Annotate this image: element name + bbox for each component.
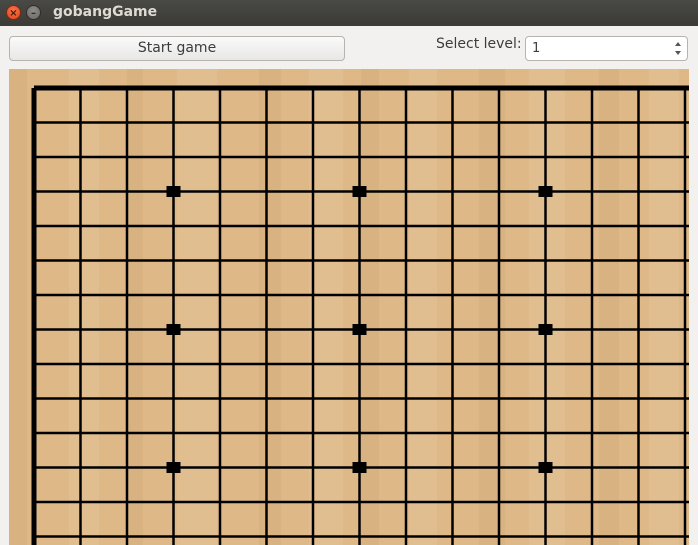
game-board[interactable] — [9, 69, 689, 545]
star-point — [352, 462, 367, 473]
wood-grain — [9, 69, 27, 545]
star-point — [166, 186, 181, 197]
wood-grain — [127, 69, 143, 545]
level-value[interactable]: 1 — [532, 41, 540, 56]
star-point — [166, 324, 181, 335]
star-point — [166, 462, 181, 473]
wood-grain — [479, 69, 505, 545]
wood-grain — [361, 69, 379, 545]
start-game-button[interactable]: Start game — [9, 36, 345, 61]
wood-grain — [69, 69, 99, 545]
select-level-label: Select level: — [436, 36, 522, 52]
star-point — [538, 462, 553, 473]
wood-grain — [649, 69, 679, 545]
minimize-icon[interactable]: – — [26, 5, 41, 20]
app-window: × – gobangGame Start game Select level: … — [0, 0, 698, 545]
chevron-up-icon[interactable] — [675, 42, 681, 46]
spin-arrows[interactable] — [675, 40, 684, 57]
star-point — [538, 324, 553, 335]
star-point — [538, 186, 553, 197]
close-icon[interactable]: × — [6, 5, 21, 20]
level-spinbox[interactable]: 1 — [525, 36, 688, 61]
wood-grain — [599, 69, 619, 545]
star-point — [352, 186, 367, 197]
wood-grain — [259, 69, 281, 545]
star-point — [352, 324, 367, 335]
title-bar[interactable]: × – gobangGame — [0, 0, 698, 26]
wood-grain — [177, 69, 217, 545]
board-canvas[interactable] — [9, 69, 689, 545]
wood-background — [9, 69, 689, 545]
chevron-down-icon[interactable] — [675, 51, 681, 55]
wood-grain — [409, 69, 437, 545]
wood-grain — [529, 69, 565, 545]
window-title: gobangGame — [53, 4, 158, 20]
